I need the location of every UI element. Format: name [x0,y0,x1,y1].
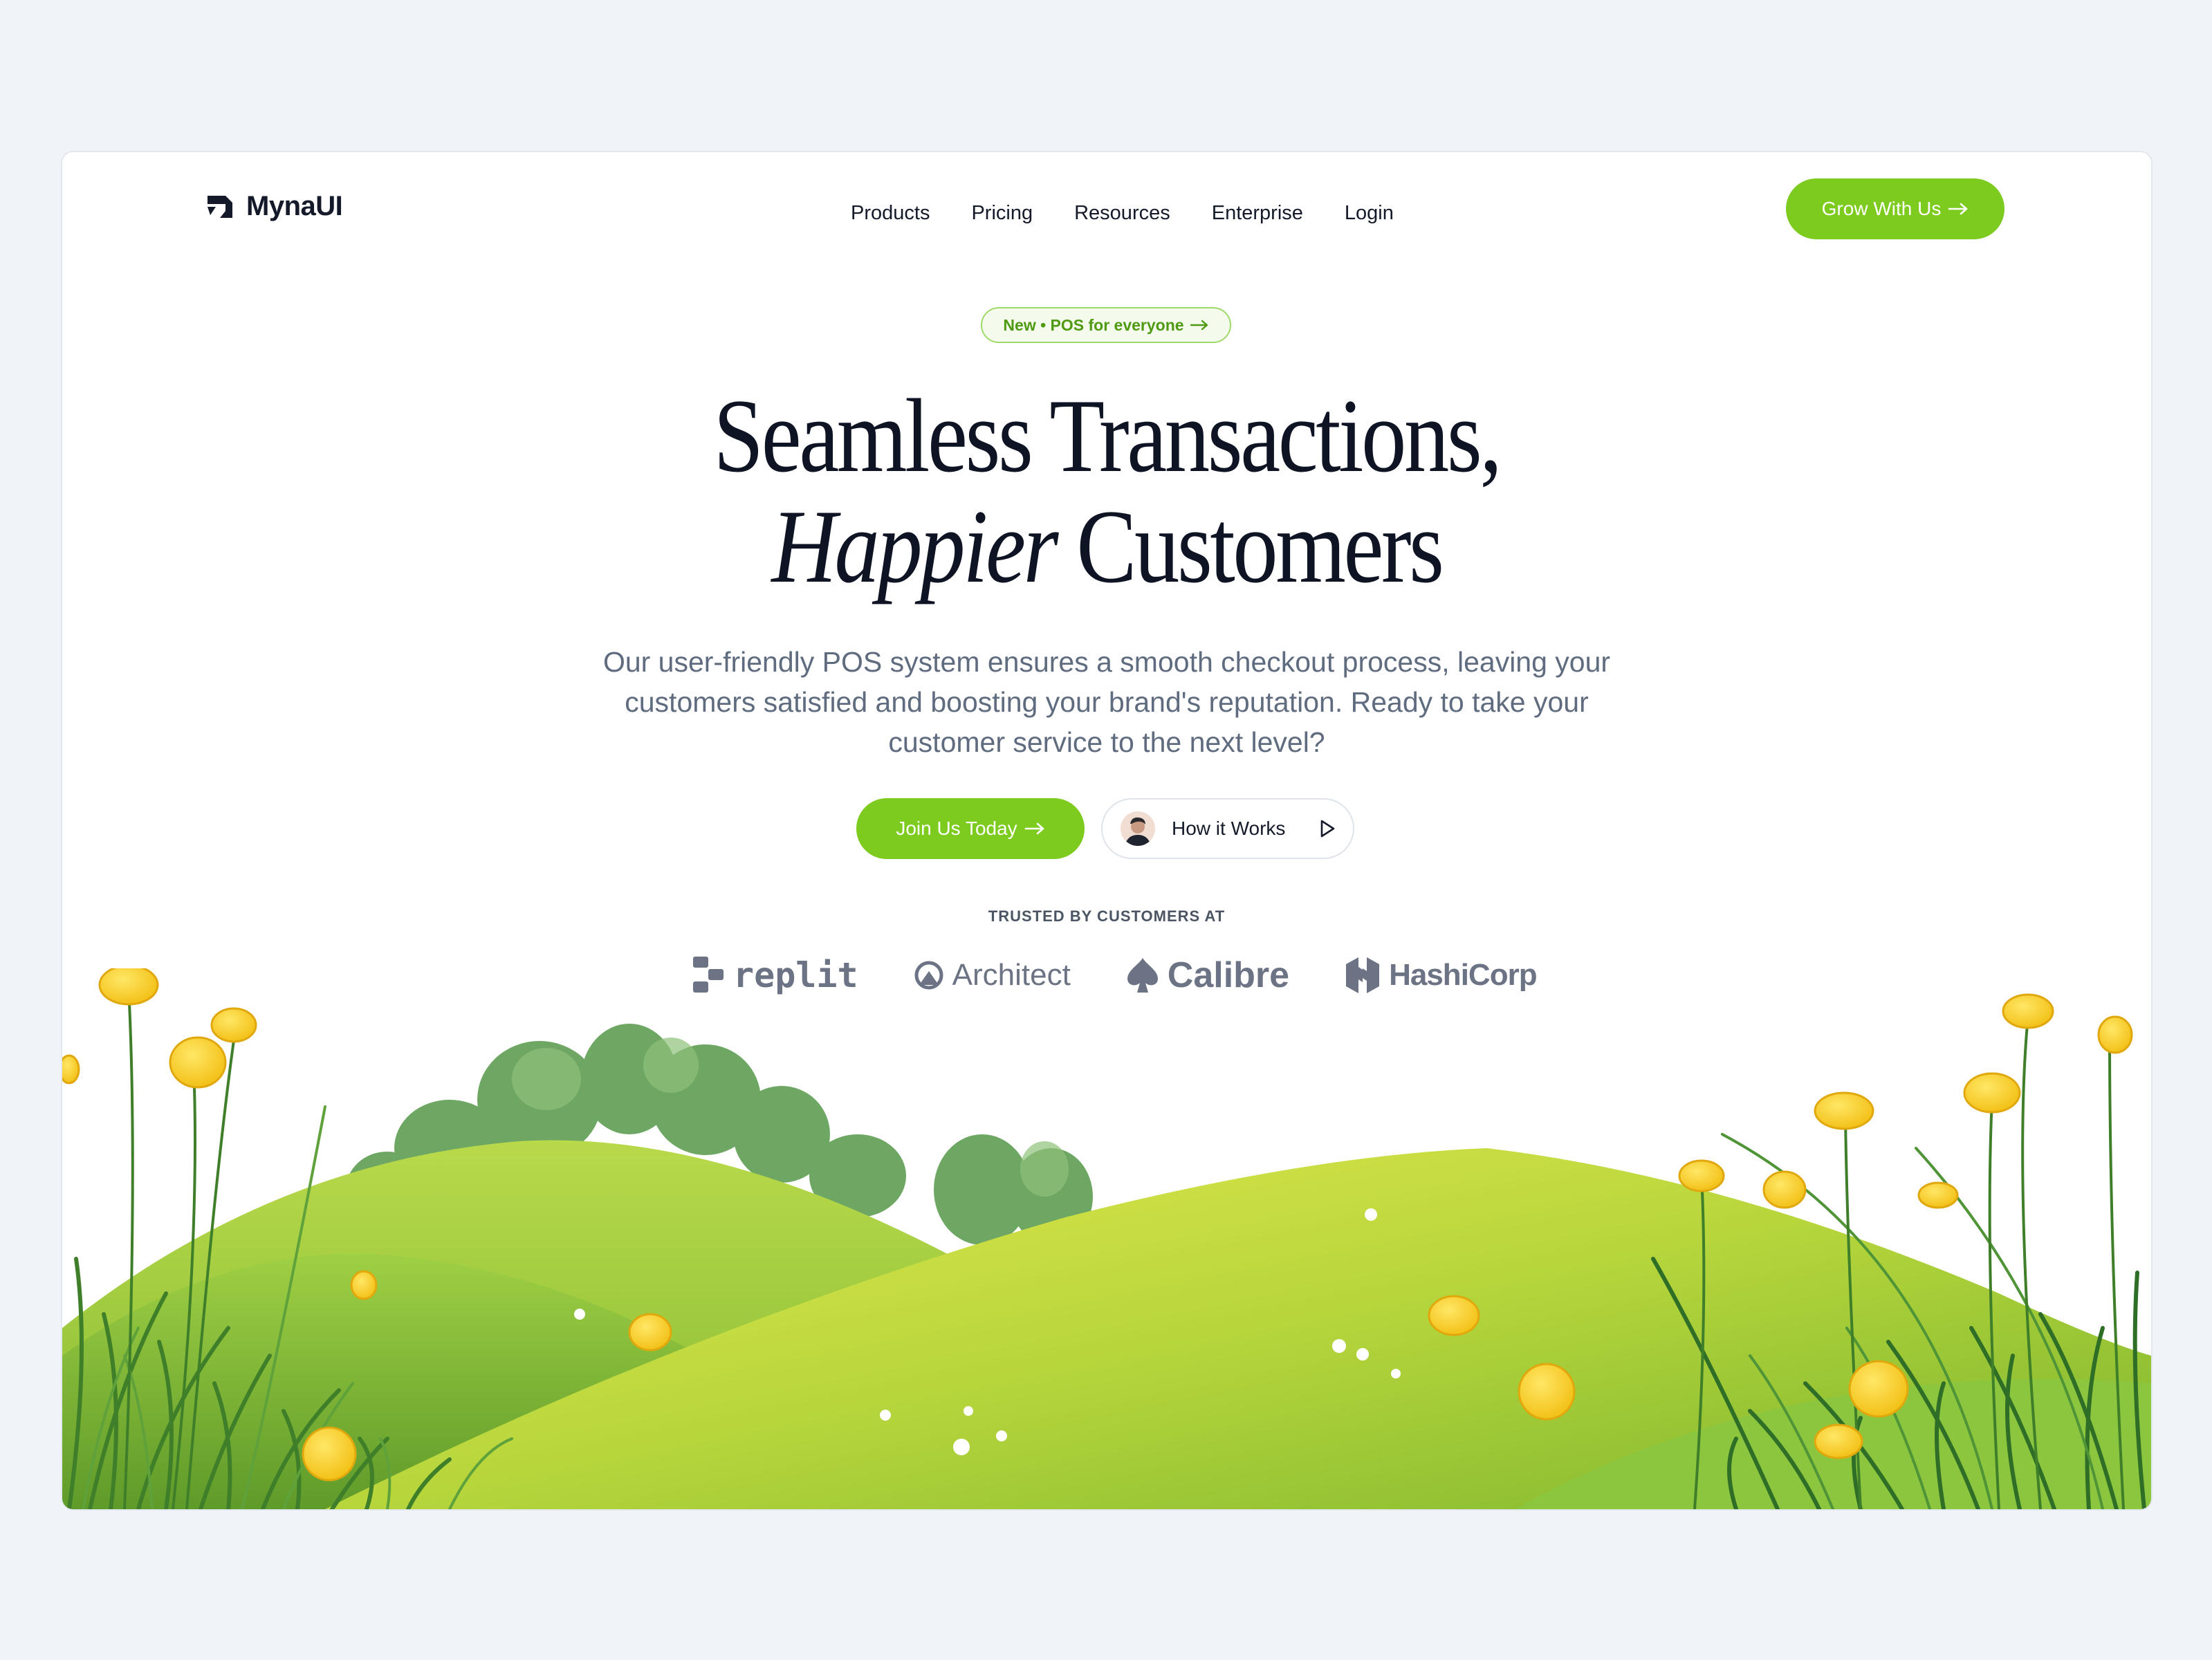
brand-name: MynaUI [246,191,343,221]
nav-enterprise[interactable]: Enterprise [1191,195,1324,232]
logo-architect: Architect [914,958,1071,993]
join-us-today-label: Join Us Today [896,818,1017,839]
arrow-right-icon [1948,203,1968,215]
logo-replit-label: replit [733,955,858,995]
grow-with-us-label: Grow With Us [1821,198,1942,219]
join-us-today-button[interactable]: Join Us Today [856,798,1085,859]
landing-card: MynaUI Products Pricing Resources Enterp… [61,151,2153,1511]
logo-architect-label: Architect [952,958,1071,992]
architect-icon [914,961,943,990]
badge-label: New • POS for everyone [1003,315,1184,334]
meadow-illustration [62,968,2151,1509]
how-it-works-button[interactable]: How it Works [1101,798,1354,859]
customer-logos: replit Architect Calibre HashiCorp [692,954,1538,996]
brand-mark-icon [208,195,232,218]
nav-pricing[interactable]: Pricing [950,195,1053,232]
page-title: Seamless Transactions, Happier Customers [208,380,2004,602]
logo-calibre: Calibre [1126,954,1289,996]
headline-italic-word: Happier [771,488,1058,605]
headline-line-1: Seamless Transactions, [713,378,1502,494]
arrow-right-icon [1190,320,1208,331]
replit-icon [693,957,723,993]
headline-rest: Customers [1076,488,1444,605]
play-icon [1321,820,1335,838]
nav-resources[interactable]: Resources [1053,195,1191,232]
main-nav: Products Pricing Resources Enterprise Lo… [830,195,1414,232]
logo-hashicorp-label: HashiCorp [1389,958,1537,992]
brand-logo[interactable]: MynaUI [205,191,343,222]
trusted-heading: TRUSTED BY CUSTOMERS AT [988,907,1226,925]
avatar [1121,811,1155,846]
arrow-right-icon [1024,822,1044,835]
logo-hashicorp: HashiCorp [1345,956,1538,995]
spade-icon [1127,958,1158,993]
grow-with-us-button[interactable]: Grow With Us [1786,178,2004,239]
logo-replit: replit [692,955,858,995]
how-it-works-label: How it Works [1172,818,1286,839]
announcement-badge[interactable]: New • POS for everyone [981,307,1231,343]
logo-calibre-label: Calibre [1167,955,1290,995]
nav-products[interactable]: Products [830,195,950,232]
hashicorp-icon [1346,957,1380,993]
nav-login[interactable]: Login [1324,195,1414,232]
hero-description: Our user-friendly POS system ensures a s… [602,646,1611,758]
headline-line-2: Happier Customers [208,491,2004,602]
